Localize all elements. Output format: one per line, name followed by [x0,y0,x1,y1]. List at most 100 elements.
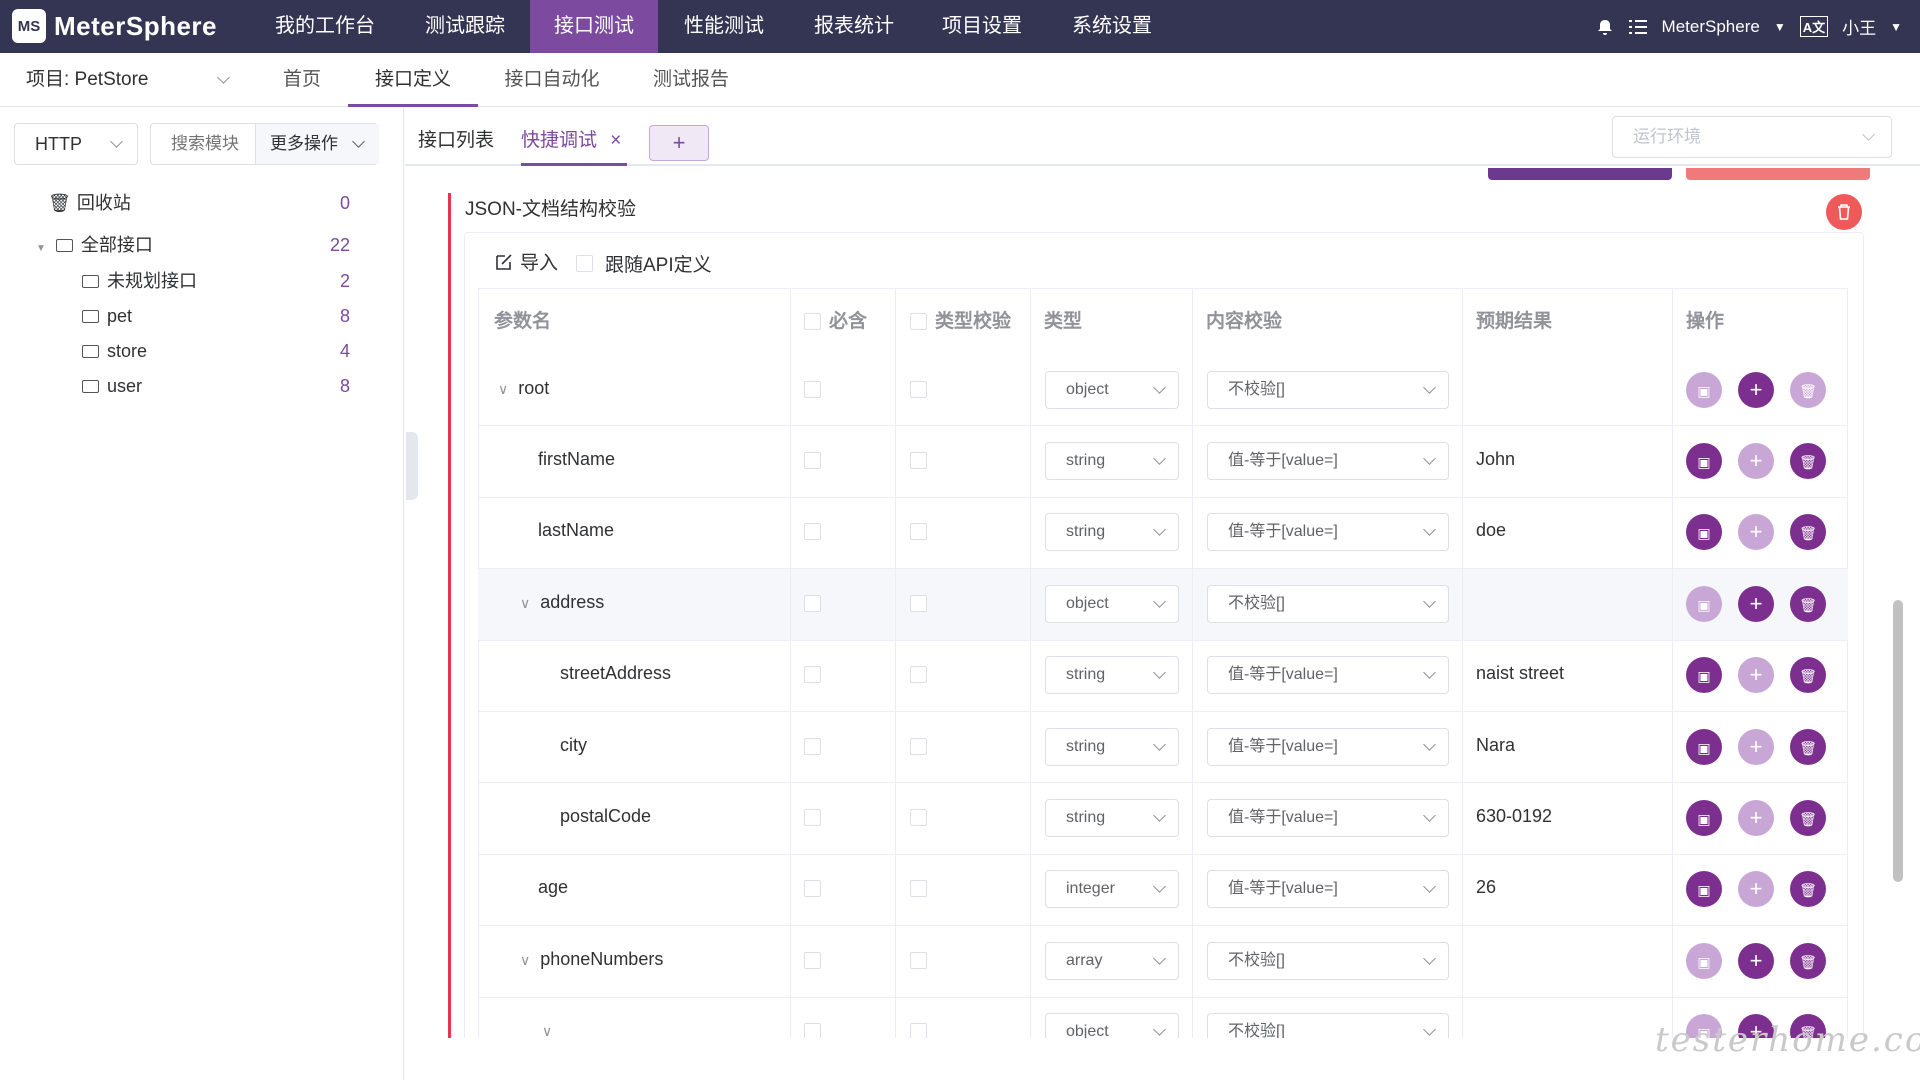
edit-json-button[interactable]: ▣ [1686,585,1722,622]
param-name-cell[interactable]: ∨ root [498,378,549,399]
add-child-button[interactable]: + [1738,871,1774,908]
required-checkbox[interactable] [804,880,821,898]
type-select[interactable]: string [1045,656,1179,695]
expected-value[interactable]: doe [1476,520,1506,541]
expand-toggle-icon[interactable]: ∨ [542,1023,552,1039]
close-icon[interactable]: × [610,130,621,151]
subnav-test-report[interactable]: 测试报告 [648,53,734,107]
type-select[interactable]: object [1045,584,1179,623]
edit-json-button[interactable]: ▣ [1686,942,1722,979]
required-checkbox[interactable] [804,737,821,755]
add-child-button[interactable]: + [1738,371,1774,408]
purple-action-button[interactable] [1488,168,1672,180]
tab-quick-debug[interactable]: 快捷调试 × [521,126,627,166]
env-select[interactable]: 运行环境 [1612,116,1892,158]
edit-json-button[interactable]: ▣ [1686,514,1722,551]
edit-json-button[interactable]: ▣ [1686,728,1722,765]
add-child-button[interactable]: + [1738,728,1774,765]
vertical-scrollbar[interactable] [1893,600,1903,882]
bell-icon[interactable] [1596,18,1614,36]
red-action-button[interactable] [1686,168,1870,180]
param-name-cell[interactable]: streetAddress [560,663,671,684]
subnav-api-definition[interactable]: 接口定义 [348,53,478,107]
app-logo[interactable]: MS MeterSphere [12,6,217,46]
subnav-home[interactable]: 首页 [272,53,332,107]
delete-row-button[interactable]: 🗑 [1790,942,1826,979]
import-button[interactable]: 导入 [494,248,558,275]
subnav-api-automation[interactable]: 接口自动化 [500,53,604,107]
content-check-select[interactable]: 值-等于[value=] [1207,799,1449,838]
type-select[interactable]: object [1045,370,1179,409]
language-icon[interactable]: A文 [1799,16,1829,37]
delete-row-button[interactable]: 🗑 [1790,443,1826,480]
delete-section-button[interactable] [1826,194,1862,230]
param-name-cell[interactable]: ∨ phoneNumbers [520,949,663,970]
required-checkbox[interactable] [804,951,821,969]
panel-collapse-handle[interactable] [406,432,418,500]
type-check-checkbox[interactable] [910,809,927,827]
workspace-select[interactable]: MeterSphere [1662,17,1760,37]
edit-json-button[interactable]: ▣ [1686,657,1722,694]
type-select[interactable]: integer [1045,870,1179,909]
more-ops-button[interactable]: 更多操作 [255,124,379,164]
param-name-cell[interactable]: postalCode [560,806,651,827]
add-child-button[interactable]: + [1738,942,1774,979]
nav-test-track[interactable]: 测试跟踪 [400,0,530,53]
expected-value[interactable]: Nara [1476,735,1515,756]
expand-toggle-icon[interactable]: ∨ [520,952,530,968]
type-check-checkbox[interactable] [910,452,927,470]
tree-item-trash[interactable]: 🗑 回收站 0 [48,188,350,218]
expected-value[interactable]: John [1476,449,1515,470]
content-check-select[interactable]: 值-等于[value=] [1207,442,1449,481]
nav-api-test[interactable]: 接口测试 [530,0,658,53]
required-all-checkbox[interactable] [804,313,821,331]
type-check-checkbox[interactable] [910,951,927,969]
tree-item-user[interactable]: user 8 [82,371,350,401]
nav-report[interactable]: 报表统计 [790,0,918,53]
edit-json-button[interactable]: ▣ [1686,371,1722,408]
required-checkbox[interactable] [804,809,821,827]
required-checkbox[interactable] [804,523,821,541]
nav-system-settings[interactable]: 系统设置 [1048,0,1176,53]
content-check-select[interactable]: 值-等于[value=] [1207,727,1449,766]
content-check-select[interactable]: 值-等于[value=] [1207,513,1449,552]
type-select[interactable]: array [1045,941,1179,980]
delete-row-button[interactable]: 🗑 [1790,800,1826,837]
param-name-cell[interactable]: firstName [538,449,615,470]
edit-json-button[interactable]: ▣ [1686,871,1722,908]
edit-json-button[interactable]: ▣ [1686,800,1722,837]
type-select[interactable]: string [1045,799,1179,838]
required-checkbox[interactable] [804,594,821,612]
type-check-checkbox[interactable] [910,594,927,612]
type-select[interactable]: string [1045,727,1179,766]
task-list-icon[interactable] [1628,18,1648,36]
delete-row-button[interactable]: 🗑 [1790,371,1826,408]
expand-toggle-icon[interactable]: ∨ [498,381,508,397]
protocol-select[interactable]: HTTP [14,123,138,165]
param-name-cell[interactable]: age [538,877,568,898]
required-checkbox[interactable] [804,452,821,470]
tree-item-all[interactable]: ▼ 全部接口 22 [36,230,350,260]
type-select[interactable]: string [1045,513,1179,552]
expected-value[interactable]: 630-0192 [1476,806,1552,827]
follow-api-checkbox[interactable]: 跟随API定义 [576,250,712,277]
expected-value[interactable]: naist street [1476,663,1564,684]
type-check-checkbox[interactable] [910,737,927,755]
type-check-checkbox[interactable] [910,380,927,398]
tree-item-store[interactable]: store 4 [82,336,350,366]
required-checkbox[interactable] [804,666,821,684]
required-checkbox[interactable] [804,380,821,398]
add-child-button[interactable]: + [1738,657,1774,694]
type-select[interactable]: string [1045,442,1179,481]
type-check-checkbox[interactable] [910,666,927,684]
delete-row-button[interactable]: 🗑 [1790,514,1826,551]
nav-workbench[interactable]: 我的工作台 [265,0,385,53]
delete-row-button[interactable]: 🗑 [1790,585,1826,622]
content-check-select[interactable]: 不校验[] [1207,584,1449,623]
add-child-button[interactable]: + [1738,585,1774,622]
user-menu[interactable]: 小王 [1842,14,1876,39]
expand-toggle-icon[interactable]: ∨ [520,595,530,611]
type-check-checkbox[interactable] [910,523,927,541]
add-child-button[interactable]: + [1738,443,1774,480]
param-name-cell[interactable]: lastName [538,520,614,541]
